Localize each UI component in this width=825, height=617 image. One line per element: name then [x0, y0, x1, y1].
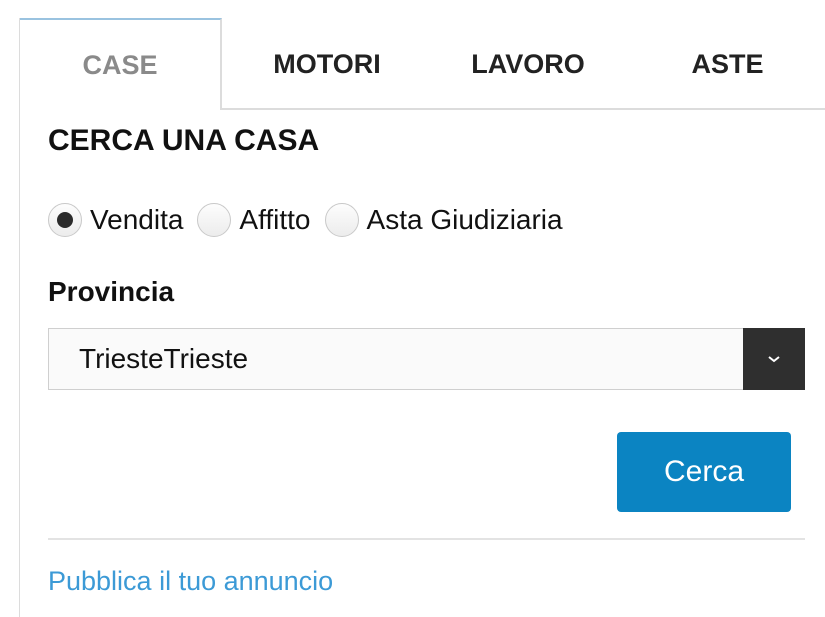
- radio-asta-giudiziaria[interactable]: Asta Giudiziaria: [324, 203, 563, 237]
- footer-divider: [48, 538, 805, 540]
- radio-label-asta-giudiziaria[interactable]: Asta Giudiziaria: [367, 204, 563, 236]
- search-button[interactable]: Cerca: [617, 432, 791, 512]
- select-dropdown-button[interactable]: [743, 328, 805, 390]
- tab-motori[interactable]: MOTORI: [242, 18, 412, 110]
- tab-aste[interactable]: ASTE: [640, 18, 815, 110]
- radio-label-vendita[interactable]: Vendita: [90, 204, 183, 236]
- radio-vendita[interactable]: Vendita: [48, 203, 183, 237]
- radio-button[interactable]: [197, 203, 232, 237]
- radio-affitto[interactable]: Affitto: [197, 203, 311, 237]
- contract-type-radio-group: Vendita Affitto Asta Giudiziaria: [48, 196, 577, 244]
- category-tabs: CASE MOTORI LAVORO ASTE: [20, 18, 825, 110]
- search-widget: CASE MOTORI LAVORO ASTE CERCA UNA CASA V…: [0, 0, 825, 617]
- radio-button-checked[interactable]: [48, 203, 82, 237]
- radio-dot: [57, 212, 73, 228]
- form-title: CERCA UNA CASA: [48, 124, 320, 157]
- tabs-divider: [222, 108, 825, 110]
- radio-label-affitto[interactable]: Affitto: [239, 204, 310, 236]
- tab-lavoro[interactable]: LAVORO: [438, 18, 618, 110]
- publish-listing-link[interactable]: Pubblica il tuo annuncio: [48, 566, 333, 597]
- radio-button[interactable]: [324, 203, 359, 237]
- chevron-down-icon: [768, 356, 780, 363]
- provincia-selected-value: TriesteTrieste: [79, 343, 249, 374]
- provincia-label: Provincia: [48, 276, 175, 307]
- provincia-select[interactable]: TriesteTrieste: [48, 328, 805, 390]
- tab-case[interactable]: CASE: [20, 18, 222, 110]
